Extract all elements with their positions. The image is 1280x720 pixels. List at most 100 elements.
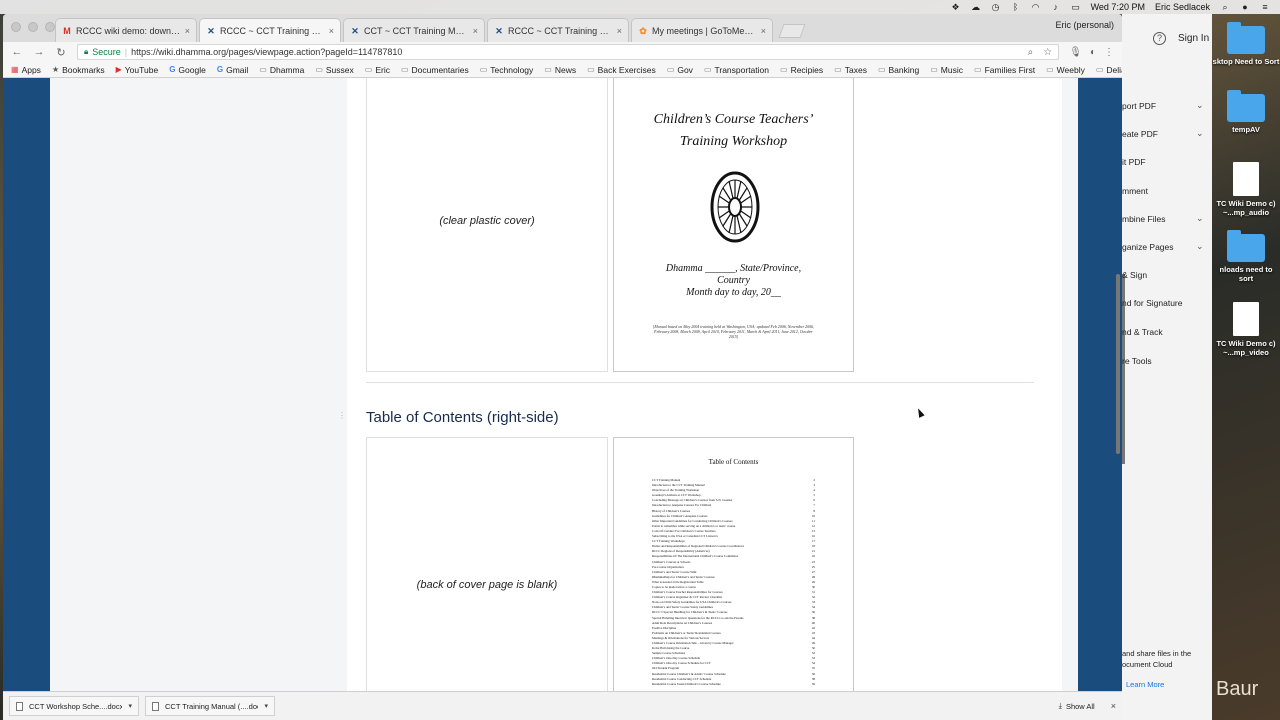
close-tab-icon[interactable]: ×	[761, 26, 766, 36]
tab-my-meetings[interactable]: ✿ My meetings | GoToMeeting ×	[631, 18, 773, 42]
bookmark-taxes[interactable]: ▭ Taxes	[834, 65, 867, 75]
menu-kebab-icon[interactable]: ⋮	[1104, 47, 1114, 58]
acrobat-tool-label: re Tools	[1122, 356, 1152, 366]
acrobat-tool-8[interactable]: nd & Track	[1122, 327, 1212, 337]
bookmark-back-exercises[interactable]: ▭ Back Exercises	[587, 65, 656, 75]
close-downloads-icon[interactable]: ×	[1111, 701, 1116, 711]
acrobat-tool-3[interactable]: mment	[1122, 186, 1212, 196]
page-scrollbar[interactable]	[1116, 274, 1120, 454]
profile-button[interactable]: Eric (personal)	[1055, 20, 1114, 30]
bluetooth-icon[interactable]: ᛒ	[1011, 2, 1021, 12]
acrobat-tool-6[interactable]: & Sign	[1122, 270, 1212, 280]
bookmark-bookmarks[interactable]: ★ Bookmarks	[52, 65, 105, 75]
help-icon[interactable]: ?	[1153, 32, 1166, 45]
bookmark-banking[interactable]: ▭ Banking	[878, 65, 919, 75]
close-tab-icon[interactable]: ×	[185, 26, 190, 36]
menubar-user[interactable]: Eric Sedlacek	[1155, 2, 1210, 12]
battery-icon[interactable]: ▭	[1071, 2, 1081, 12]
bookmark-recipies[interactable]: ▭ Recipies	[780, 65, 823, 75]
tab-rccc-cct-training-manual[interactable]: ✕ RCCC ~ CCT Training Manual ×	[199, 18, 341, 42]
close-tab-icon[interactable]: ×	[473, 26, 478, 36]
download-item[interactable]: CCT Training Manual (....doc ▾	[145, 696, 275, 716]
bookmark-news[interactable]: ▭ News	[544, 65, 576, 75]
wifi-icon[interactable]: ◠	[1031, 2, 1041, 12]
desktop-item[interactable]: TC Wiki Demo c) ~...mp_audio	[1212, 162, 1280, 217]
acrobat-tool-1[interactable]: eate PDF ⌄	[1122, 128, 1212, 139]
chevron-down-icon[interactable]: ▾	[264, 702, 268, 710]
tab-rccc-wiki-demo[interactable]: M RCCC wiki demo: downloading ×	[55, 18, 197, 42]
new-tab-button[interactable]	[778, 24, 806, 38]
bookmark-technology[interactable]: ▭ Technology	[480, 65, 534, 75]
bookmark-label: Apps	[21, 64, 41, 75]
acrobat-tool-4[interactable]: mbine Files ⌄	[1122, 213, 1212, 224]
tab-rccc-cct-training-workshop[interactable]: ✕ RCCC ~ CCT Training Worksho ×	[487, 18, 629, 42]
spotlight-icon[interactable]: ⌕	[1220, 2, 1230, 12]
menubar-clock[interactable]: Wed 7:20 PM	[1091, 2, 1145, 12]
toc-entry-title: Residential Course Teens/Children’s Cour…	[652, 681, 721, 686]
acrobat-tool-label: eate PDF	[1122, 129, 1158, 139]
lock-icon[interactable]: 🔒︎	[84, 47, 88, 57]
volume-icon[interactable]: ♪	[1051, 2, 1061, 12]
forward-icon[interactable]: →	[33, 46, 45, 58]
notification-center-icon[interactable]: ≡	[1260, 2, 1270, 12]
url-text[interactable]: https://wiki.dhamma.org/pages/viewpage.a…	[131, 47, 402, 57]
bookmark-weebly[interactable]: ▭ Weebly	[1046, 65, 1085, 75]
extension-icon[interactable]: ◐	[1090, 47, 1096, 58]
desktop-item[interactable]: nloads need to sort	[1212, 230, 1280, 283]
folder-icon: ▭	[544, 65, 552, 74]
siri-icon[interactable]: ●	[1240, 2, 1250, 12]
time-machine-icon[interactable]: ◷	[991, 2, 1001, 12]
folder-icon: ▭	[930, 65, 938, 74]
bookmark-delia[interactable]: ▭Delia	[1096, 65, 1122, 75]
close-window-button[interactable]	[11, 22, 21, 32]
learn-more-link[interactable]: Learn More	[1122, 679, 1191, 690]
chevron-down-icon[interactable]: ⌄	[1196, 128, 1204, 139]
close-tab-icon[interactable]: ×	[617, 26, 622, 36]
bookmark-transportation[interactable]: ▭ Transportation	[704, 65, 769, 75]
desktop-item[interactable]: tempAV	[1212, 90, 1280, 134]
acrobat-tool-5[interactable]: ganize Pages ⌄	[1122, 241, 1212, 252]
bookmark-google[interactable]: G Google	[169, 65, 206, 75]
acrobat-tool-7[interactable]: nd for Signature	[1122, 298, 1212, 308]
tab-cct-training-manual[interactable]: ✕ CCT ~ CCT Training Manual (F ×	[343, 18, 485, 42]
chevron-down-icon[interactable]: ⌄	[1196, 241, 1204, 252]
bookmark-star-icon[interactable]: ☆	[1043, 47, 1052, 58]
bookmark-families-first[interactable]: ▭ Families First	[974, 65, 1035, 75]
bookmark-eric[interactable]: ▭ Eric	[365, 65, 390, 75]
drag-handle-icon[interactable]: ⋮	[338, 411, 346, 420]
back-icon[interactable]: ←	[11, 46, 23, 58]
bookmark-youtube[interactable]: ▶ YouTube	[116, 65, 159, 75]
tab-title: CCT ~ CCT Training Manual (F	[364, 25, 469, 36]
desktop-item[interactable]: TC Wiki Demo c) ~...mp_video	[1212, 302, 1280, 357]
sign-in-button[interactable]: Sign In	[1178, 33, 1209, 44]
chevron-down-icon[interactable]: ⌄	[1196, 100, 1204, 111]
address-bar[interactable]: 🔒︎ Secure | https://wiki.dhamma.org/page…	[77, 44, 1060, 60]
download-item[interactable]: CCT Workshop Sche....docx ▾	[9, 696, 139, 716]
desktop-item[interactable]: sktop Need to Sort	[1212, 22, 1280, 66]
zoom-window-button[interactable]	[45, 22, 55, 32]
document-icon	[152, 701, 159, 711]
bookmark-music[interactable]: ▭ Music	[930, 65, 963, 75]
download-name: CCT Workshop Sche....docx	[29, 701, 123, 711]
bookmark-gmail[interactable]: G Gmail	[217, 65, 248, 75]
acrobat-tool-2[interactable]: it PDF	[1122, 157, 1212, 167]
cloud-icon[interactable]: ☁	[971, 2, 981, 12]
bookmark-label: Gmail	[226, 64, 249, 75]
acrobat-tool-0[interactable]: port PDF ⌄	[1122, 100, 1212, 111]
bookmark-sussex[interactable]: ▭ Sussex	[315, 65, 353, 75]
dropbox-icon[interactable]: ❖	[951, 2, 961, 12]
bookmark-gov[interactable]: ▭ Gov	[667, 65, 693, 75]
reload-icon[interactable]: ↻	[55, 46, 67, 59]
show-all-button[interactable]: ⤓ Show All ×	[1059, 701, 1116, 711]
bookmark-documentaries[interactable]: ▭ Documentaries	[401, 65, 469, 75]
minimize-window-button[interactable]	[28, 22, 38, 32]
bookmark-dhamma[interactable]: ▭ Dhamma	[259, 65, 304, 75]
microphone-icon[interactable]: 🎙︎	[1069, 47, 1082, 58]
chevron-down-icon[interactable]: ⌄	[1196, 213, 1204, 224]
chevron-down-icon[interactable]: ▾	[128, 702, 132, 710]
acrobat-tool-9[interactable]: re Tools	[1122, 356, 1212, 366]
zoom-icon[interactable]: ⌕	[1028, 47, 1034, 58]
bookmark-apps[interactable]: ▦ Apps	[11, 65, 41, 75]
download-icon: ⤓	[1058, 701, 1062, 710]
close-tab-icon[interactable]: ×	[329, 26, 334, 36]
